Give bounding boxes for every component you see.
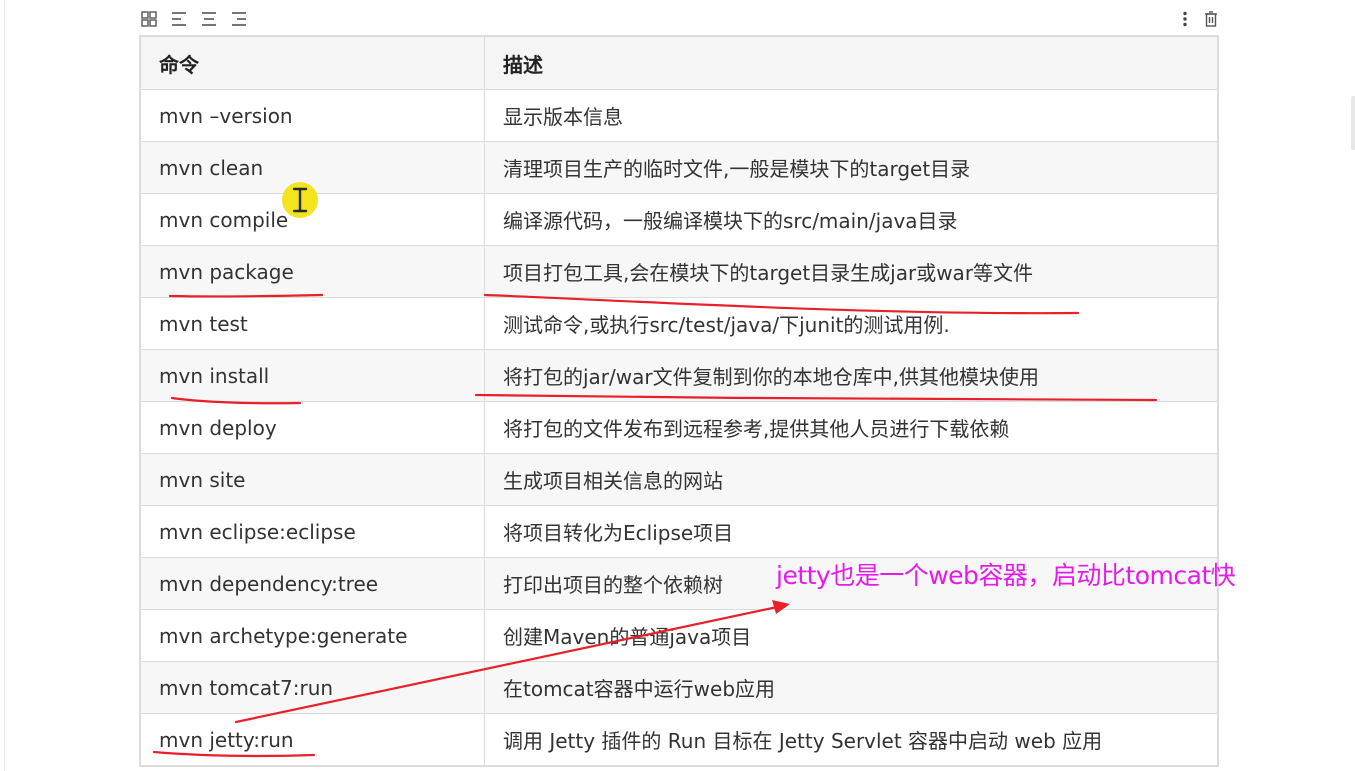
annotation-text: jetty也是一个web容器，启动比tomcat快 xyxy=(776,561,1236,590)
table-row: mvn eclipse:eclipse 将项目转化为Eclipse项目 xyxy=(140,505,1218,558)
table-header-row: 命令 描述 xyxy=(140,36,1218,90)
align-left-icon[interactable] xyxy=(170,10,188,28)
align-center-icon[interactable] xyxy=(200,10,218,28)
command-cell[interactable]: mvn test xyxy=(140,297,485,350)
editor-page: 命令 描述 mvn –version 显示版本信息 mvn clean 清理项目… xyxy=(0,0,1355,771)
command-cell[interactable]: mvn dependency:tree xyxy=(140,557,485,610)
scroll-handle[interactable] xyxy=(1351,96,1355,150)
description-cell[interactable]: 调用 Jetty 插件的 Run 目标在 Jetty Servlet 容器中启动… xyxy=(484,713,1218,766)
editor-left-border xyxy=(4,0,5,771)
description-cell[interactable]: 编译源代码，一般编译模块下的src/main/java目录 xyxy=(484,193,1218,246)
table-row: mvn tomcat7:run 在tomcat容器中运行web应用 xyxy=(140,661,1218,714)
description-cell[interactable]: 项目打包工具,会在模块下的target目录生成jar或war等文件 xyxy=(484,245,1218,298)
description-cell[interactable]: 清理项目生产的临时文件,一般是模块下的target目录 xyxy=(484,141,1218,194)
header-command[interactable]: 命令 xyxy=(140,36,485,90)
table-row: mvn package 项目打包工具,会在模块下的target目录生成jar或w… xyxy=(140,245,1218,298)
trash-icon[interactable] xyxy=(1202,10,1220,28)
command-cell[interactable]: mvn deploy xyxy=(140,401,485,454)
description-cell[interactable]: 生成项目相关信息的网站 xyxy=(484,453,1218,506)
command-cell[interactable]: mvn archetype:generate xyxy=(140,609,485,662)
description-cell[interactable]: 显示版本信息 xyxy=(484,89,1218,142)
description-cell[interactable]: 将打包的jar/war文件复制到你的本地仓库中,供其他模块使用 xyxy=(484,349,1218,402)
command-cell[interactable]: mvn install xyxy=(140,349,485,402)
command-cell[interactable]: mvn eclipse:eclipse xyxy=(140,505,485,558)
table-grid-icon[interactable] xyxy=(140,10,158,28)
table-row: mvn archetype:generate 创建Maven的普通java项目 xyxy=(140,609,1218,662)
table-toolbar xyxy=(140,6,1220,30)
description-cell[interactable]: 将项目转化为Eclipse项目 xyxy=(484,505,1218,558)
table-row: mvn site 生成项目相关信息的网站 xyxy=(140,453,1218,506)
command-cell[interactable]: mvn jetty:run xyxy=(140,713,485,766)
command-cell[interactable]: mvn site xyxy=(140,453,485,506)
command-cell[interactable]: mvn clean xyxy=(140,141,485,194)
table-row: mvn test 测试命令,或执行src/test/java/下junit的测试… xyxy=(140,297,1218,350)
text-cursor-icon xyxy=(290,186,310,218)
table-row: mvn install 将打包的jar/war文件复制到你的本地仓库中,供其他模… xyxy=(140,349,1218,402)
description-cell[interactable]: 创建Maven的普通java项目 xyxy=(484,609,1218,662)
table-row: mvn –version 显示版本信息 xyxy=(140,89,1218,142)
maven-commands-table: 命令 描述 mvn –version 显示版本信息 mvn clean 清理项目… xyxy=(139,35,1219,767)
table-row: mvn deploy 将打包的文件发布到远程参考,提供其他人员进行下载依赖 xyxy=(140,401,1218,454)
command-cell[interactable]: mvn tomcat7:run xyxy=(140,661,485,714)
command-cell[interactable]: mvn package xyxy=(140,245,485,298)
description-cell[interactable]: 将打包的文件发布到远程参考,提供其他人员进行下载依赖 xyxy=(484,401,1218,454)
header-description[interactable]: 描述 xyxy=(484,36,1218,90)
description-cell[interactable]: 在tomcat容器中运行web应用 xyxy=(484,661,1218,714)
command-cell[interactable]: mvn –version xyxy=(140,89,485,142)
more-vertical-icon[interactable] xyxy=(1176,10,1194,28)
table-row: mvn jetty:run 调用 Jetty 插件的 Run 目标在 Jetty… xyxy=(140,713,1218,766)
align-right-icon[interactable] xyxy=(230,10,248,28)
description-cell[interactable]: 测试命令,或执行src/test/java/下junit的测试用例. xyxy=(484,297,1218,350)
